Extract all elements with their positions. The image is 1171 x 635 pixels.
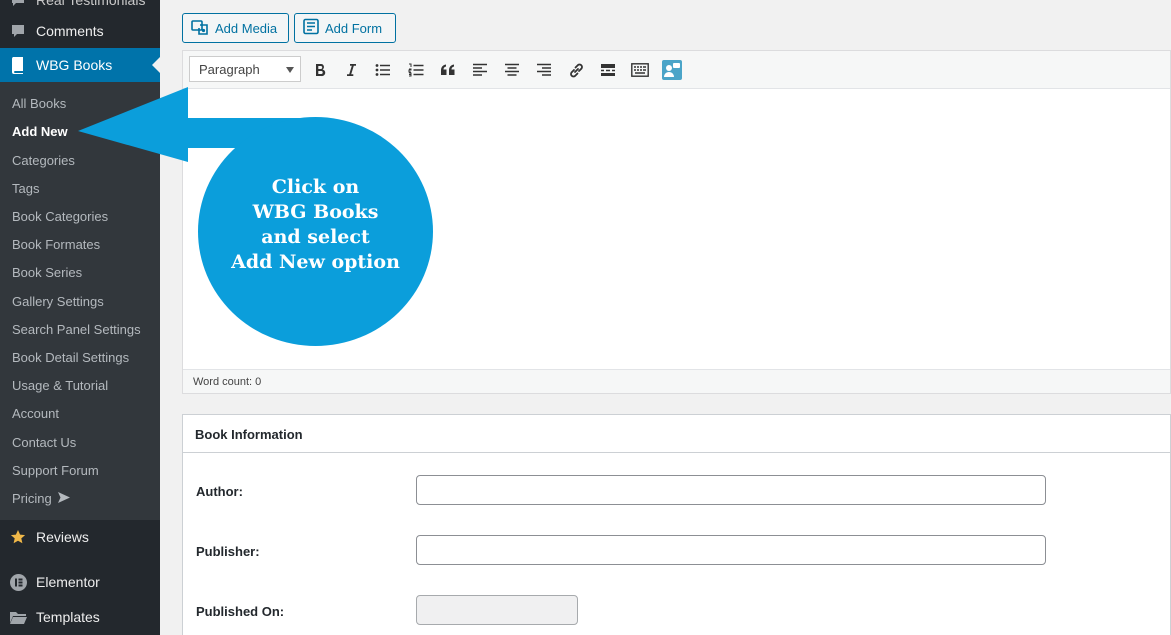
callout-text: Click on WBG Books and select Add New op… [198, 175, 433, 275]
align-center-icon[interactable] [501, 59, 523, 81]
book-information-panel: Book Information Author: Publisher: Publ… [182, 414, 1171, 635]
elementor-icon [0, 573, 36, 591]
link-icon[interactable] [565, 59, 587, 81]
arrow-right-icon [57, 491, 70, 506]
menu-item-reviews[interactable]: Reviews [0, 520, 160, 554]
submenu-support-forum[interactable]: Support Forum [12, 463, 99, 478]
callout-line: Click on [271, 176, 360, 198]
published-on-label: Published On: [196, 604, 285, 619]
word-count-bar: Word count: 0 [183, 369, 1170, 393]
submenu-pricing-label: Pricing [12, 491, 52, 506]
folder-icon [0, 610, 36, 624]
publisher-input[interactable] [416, 535, 1046, 565]
align-left-icon[interactable] [469, 59, 491, 81]
callout-line: Add New option [231, 251, 400, 273]
star-icon [0, 529, 36, 545]
align-right-icon[interactable] [533, 59, 555, 81]
publisher-label: Publisher: [196, 544, 260, 559]
submenu-pricing[interactable]: Pricing [12, 491, 70, 506]
menu-item-templates[interactable]: Templates [0, 600, 160, 634]
published-on-input[interactable] [416, 595, 578, 625]
contact-card-icon[interactable] [661, 59, 683, 81]
callout-line: and select [261, 226, 370, 248]
menu-label: Elementor [36, 574, 100, 590]
submenu-usage-tutorial[interactable]: Usage & Tutorial [12, 378, 108, 393]
menu-label: Reviews [36, 529, 89, 545]
author-label: Author: [196, 484, 243, 499]
submenu-account[interactable]: Account [12, 406, 59, 421]
menu-item-elementor[interactable]: Elementor [0, 565, 160, 599]
read-more-icon[interactable] [597, 59, 619, 81]
menu-label: Templates [36, 609, 100, 625]
toolbar-toggle-icon[interactable] [629, 59, 651, 81]
blockquote-icon[interactable] [437, 59, 459, 81]
word-count: Word count: 0 [193, 376, 262, 388]
book-information-title: Book Information [183, 415, 1170, 453]
author-input[interactable] [416, 475, 1046, 505]
callout-line: WBG Books [252, 201, 379, 223]
submenu-contact-us[interactable]: Contact Us [12, 435, 76, 450]
